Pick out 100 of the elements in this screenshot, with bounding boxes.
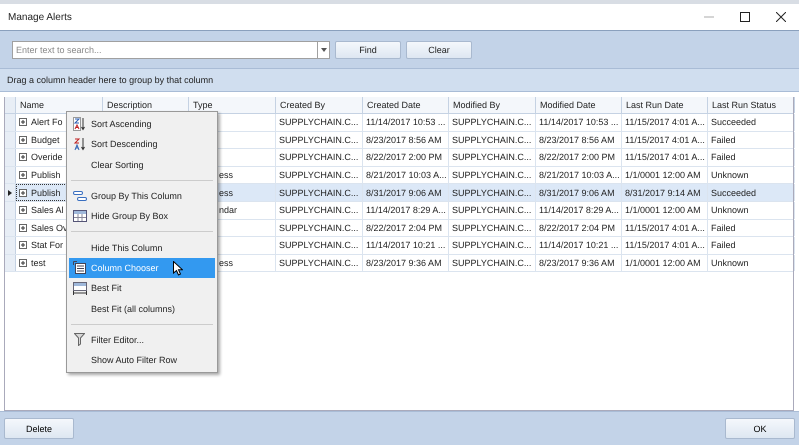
group-icon [72, 191, 86, 202]
table-cell-text: 8/21/2017 10:03 A... [539, 169, 620, 182]
table-cell-text: SUPPLYCHAIN.C... [279, 134, 358, 147]
table-cell-text: 11/14/2017 10:53 ... [366, 116, 446, 130]
expand-icon[interactable] [19, 241, 27, 250]
menu-item[interactable]: Sort Ascending [69, 114, 215, 134]
table-cell-text: 11/14/2017 10:53 ... [539, 116, 618, 130]
table-cell-text: SUPPLYCHAIN.C... [452, 222, 532, 235]
table-cell-text: SUPPLYCHAIN.C... [452, 186, 532, 200]
table-cell-text: 8/22/2017 2:04 PM [539, 222, 616, 235]
table-cell-text: Failed [711, 239, 736, 252]
menu-item[interactable]: Filter Editor... [69, 330, 215, 350]
table-cell-text: SUPPLYCHAIN.C... [452, 151, 532, 164]
table-cell-text: SUPPLYCHAIN.C... [452, 257, 532, 270]
table-cell-text: SUPPLYCHAIN.C... [279, 116, 358, 130]
table-cell-text: SUPPLYCHAIN.C... [452, 116, 532, 130]
find-button[interactable]: Find [335, 40, 401, 58]
table-cell-text: Stat For [31, 239, 64, 252]
table-cell-text: Failed [711, 151, 736, 164]
table-cell-text: 11/14/2017 10:21 ... [366, 239, 446, 252]
expand-icon[interactable] [19, 206, 27, 214]
table-cell-text: 8/21/2017 10:03 A... [366, 169, 447, 182]
column-header[interactable]: Last Run Date [622, 97, 708, 113]
menu-item[interactable]: Best Fit (all columns) [69, 298, 215, 319]
column-header[interactable]: Modified Date [536, 97, 622, 113]
column-header[interactable]: Modified By [449, 97, 536, 113]
expand-icon[interactable] [19, 171, 27, 180]
table-cell-text: 11/15/2017 4:01 A... [625, 239, 705, 252]
table-cell-text: 8/31/2017 9:06 AM [366, 186, 442, 200]
table-cell-text: Unknown [711, 169, 749, 182]
menu-item[interactable]: Show Auto Filter Row [69, 350, 215, 370]
table-cell-text: ess [219, 186, 234, 200]
table-cell-text: Unknown [711, 257, 749, 270]
table-cell-text: 11/14/2017 10:21 ... [539, 239, 618, 252]
row-header[interactable] [5, 184, 16, 201]
grid-icon [72, 210, 86, 222]
row-indicator-icon [8, 190, 12, 196]
table-cell-text: 11/15/2017 4:01 A... [625, 134, 705, 147]
table-cell-text: 11/15/2017 4:01 A... [625, 151, 705, 164]
sort-descending-icon [74, 138, 85, 151]
table-cell-text: 8/23/2017 9:36 AM [366, 257, 442, 270]
table-cell-text: SUPPLYCHAIN.C... [279, 151, 358, 164]
table-cell-text: Succeeded [711, 186, 756, 200]
search-field[interactable]: Enter text to search... [12, 40, 317, 58]
filter-icon [74, 333, 85, 346]
table-cell-text: Publish [31, 186, 61, 200]
table-cell-text: 1/1/0001 12:00 AM [625, 204, 701, 218]
table-cell-text: Publish [31, 169, 61, 182]
expand-icon[interactable] [19, 118, 27, 126]
table-cell-text: ess [219, 257, 234, 270]
expand-icon[interactable] [19, 259, 27, 268]
expand-icon[interactable] [19, 153, 27, 162]
expand-icon[interactable] [19, 224, 27, 232]
table-cell-text: Succeeded [711, 116, 756, 130]
table-cell-text: Budget [31, 134, 60, 147]
table-cell-text: SUPPLYCHAIN.C... [279, 204, 358, 218]
clear-button[interactable]: Clear [406, 40, 472, 58]
table-cell-text: 8/23/2017 9:36 AM [539, 257, 615, 270]
column-header[interactable]: Last Run Status [708, 97, 795, 113]
table-cell-text: SUPPLYCHAIN.C... [279, 186, 358, 200]
delete-button[interactable]: Delete [4, 418, 74, 439]
table-cell-text: SUPPLYCHAIN.C... [452, 204, 532, 218]
table-cell-text: Failed [711, 134, 736, 147]
dropdown-caret-icon[interactable] [317, 40, 330, 58]
table-cell-text: SUPPLYCHAIN.C... [452, 169, 532, 182]
sort-ascending-icon [73, 117, 85, 132]
table-cell-text: Sales Al [31, 204, 64, 218]
table-cell-text: 11/14/2017 8:29 A... [366, 204, 446, 218]
group-panel-hint: Drag a column header here to group by that column [7, 75, 214, 85]
maximize-icon[interactable] [740, 12, 750, 22]
table-cell-text: test [31, 257, 46, 270]
table-cell-text: ess [219, 169, 234, 182]
table-cell-text: 8/23/2017 8:56 AM [366, 134, 442, 147]
table-cell-text: SUPPLYCHAIN.C... [279, 257, 358, 270]
column-chooser-icon [73, 261, 86, 274]
close-icon[interactable] [776, 12, 786, 22]
table-cell-text: 8/22/2017 2:04 PM [366, 222, 442, 235]
ok-button[interactable]: OK [725, 418, 795, 439]
table-cell-text: 1/1/0001 12:00 AM [625, 257, 701, 270]
table-cell-text: SUPPLYCHAIN.C... [279, 169, 358, 182]
table-cell-text: Unknown [711, 204, 749, 218]
menu-item[interactable]: Best Fit [69, 278, 215, 298]
expand-icon[interactable] [19, 136, 27, 144]
table-cell-text: 8/22/2017 2:00 PM [539, 151, 616, 164]
table-cell-text: 8/31/2017 9:14 AM [625, 186, 701, 200]
table-cell-text: 1/1/0001 12:00 AM [625, 169, 701, 182]
column-header[interactable]: Created Date [363, 97, 449, 113]
column-header[interactable]: Created By [276, 97, 363, 113]
table-cell-text: Overide [31, 151, 63, 164]
window-title: Manage Alerts [8, 12, 73, 22]
table-cell-text: 8/22/2017 2:00 PM [366, 151, 442, 164]
table-cell-text: SUPPLYCHAIN.C... [279, 222, 358, 235]
table-cell-text: ndar [219, 204, 238, 218]
expand-icon[interactable] [19, 188, 27, 197]
table-cell-text: Alert Fo [31, 116, 63, 130]
table-cell-text: SUPPLYCHAIN.C... [279, 239, 358, 252]
table-cell-text: SUPPLYCHAIN.C... [452, 239, 532, 252]
table-cell-text: 11/15/2017 4:01 A... [625, 116, 705, 130]
table-cell-text: 8/23/2017 8:56 AM [539, 134, 615, 147]
table-cell-text: 8/31/2017 9:06 AM [539, 186, 615, 200]
